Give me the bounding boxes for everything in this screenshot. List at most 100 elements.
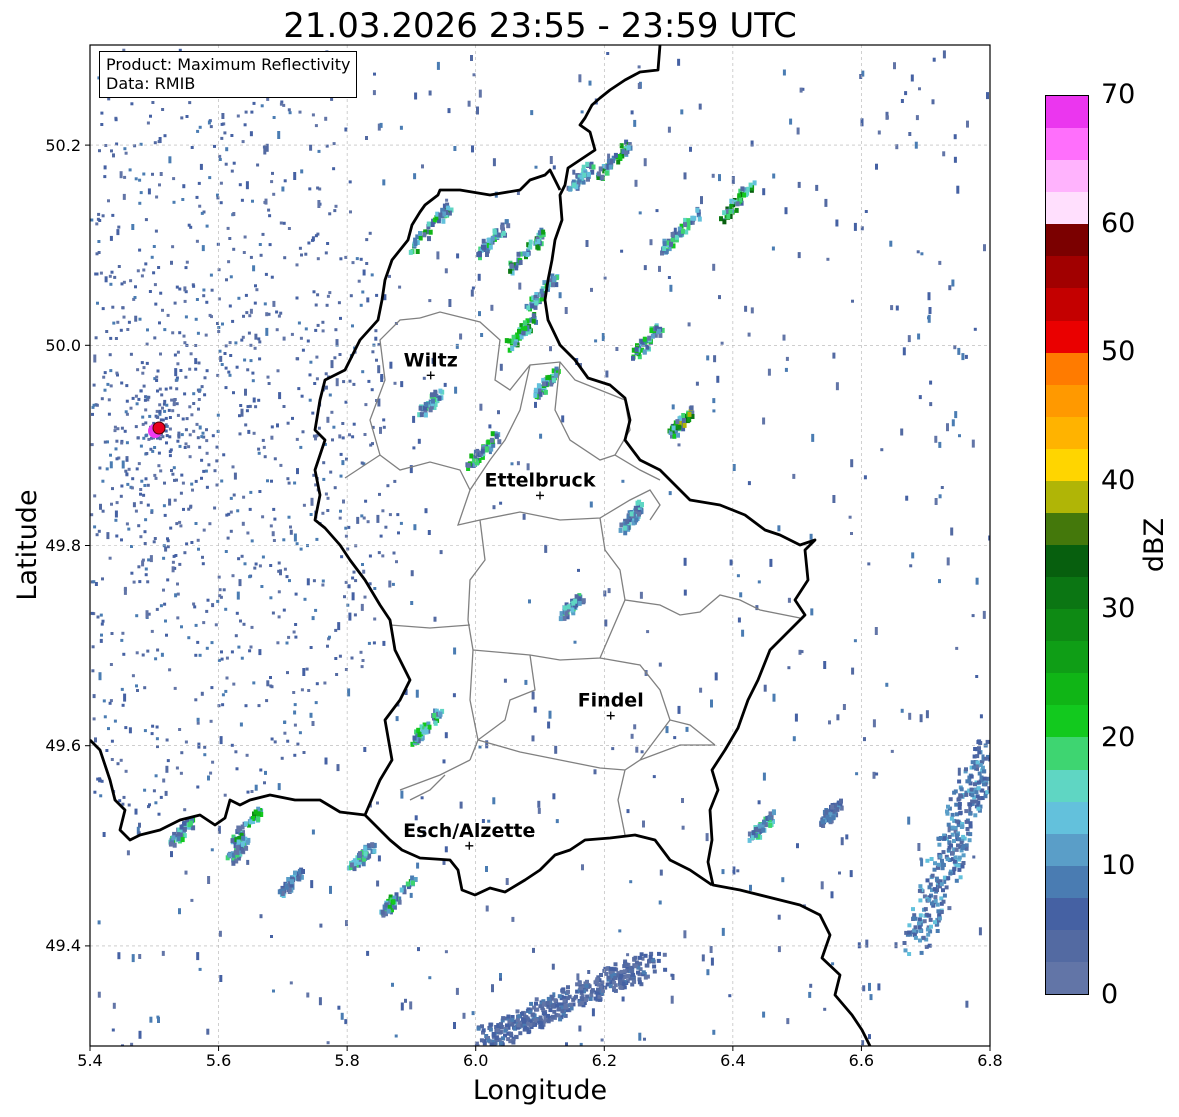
echo-pixel (381, 554, 385, 558)
echo-pixel (176, 836, 181, 842)
echo-pixel (937, 842, 942, 847)
echo-pixel (140, 361, 144, 365)
colorbar-tick-label: 40 (1101, 464, 1136, 496)
echo-pixel (864, 210, 868, 213)
echo-pixel (110, 632, 114, 635)
echo-pixel (125, 456, 129, 460)
echo-pixel (470, 289, 474, 297)
echo-pixel (952, 839, 956, 843)
echo-pixel (958, 434, 961, 438)
echo-pixel (365, 238, 369, 242)
echo-pixel (612, 985, 616, 990)
echo-pixel (154, 801, 158, 805)
echo-pixel (398, 285, 402, 289)
echo-pixel (413, 524, 417, 531)
echo-pixel (808, 991, 812, 998)
echo-pixel (952, 867, 957, 872)
echo-pixel (240, 198, 244, 202)
echo-pixel (370, 388, 374, 392)
echo-pixel (297, 387, 301, 391)
echo-pixel (944, 885, 949, 890)
echo-pixel (164, 546, 168, 552)
echo-pixel (706, 355, 710, 361)
echo-pixel (100, 111, 104, 115)
echo-pixel (234, 750, 238, 754)
echo-pixel (518, 1031, 523, 1036)
echo-pixel (619, 522, 624, 528)
echo-pixel (326, 1041, 330, 1045)
echo-pixel (903, 948, 908, 953)
echo-pixel (710, 957, 714, 966)
echo-pixel (414, 92, 418, 100)
colorbar-segment (1046, 416, 1088, 449)
echo-pixel (983, 794, 988, 799)
echo-pixel (394, 1034, 398, 1038)
echo-pixel (326, 242, 330, 245)
echo-pixel (582, 172, 587, 178)
echo-pixel (863, 475, 867, 480)
echo-pixel (171, 560, 175, 564)
echo-pixel (345, 457, 348, 461)
echo-pixel (352, 382, 356, 386)
echo-pixel (287, 481, 291, 485)
echo-pixel (115, 501, 119, 505)
echo-pixel (762, 772, 766, 781)
echo-pixel (254, 405, 258, 409)
echo-pixel (319, 923, 323, 928)
echo-pixel (296, 468, 299, 475)
colorbar-tick-label: 30 (1101, 593, 1136, 625)
echo-pixel (874, 627, 878, 635)
echo-pixel (710, 699, 713, 708)
echo-pixel (166, 537, 169, 541)
echo-pixel (181, 198, 185, 201)
echo-pixel (570, 607, 575, 613)
echo-pixel (210, 641, 214, 645)
echo-pixel (221, 693, 225, 697)
echo-pixel (969, 774, 974, 779)
echo-pixel (972, 855, 976, 859)
colorbar-segment (1046, 352, 1088, 385)
echo-pixel (211, 603, 215, 608)
echo-pixel (339, 316, 342, 320)
echo-pixel (373, 587, 377, 590)
echo-pixel (511, 1040, 516, 1045)
echo-pixel (893, 62, 896, 70)
echo-pixel (119, 494, 123, 498)
echo-pixel (279, 569, 282, 576)
echo-pixel (982, 610, 986, 619)
echo-pixel (557, 994, 562, 999)
echo-pixel (252, 681, 256, 685)
echo-pixel (447, 108, 451, 114)
echo-pixel (219, 975, 223, 982)
echo-pixel (110, 149, 113, 153)
echo-pixel (913, 935, 918, 940)
echo-pixel (662, 952, 667, 957)
echo-pixel (314, 328, 318, 332)
echo-pixel (154, 657, 158, 661)
echo-pixel (574, 594, 579, 600)
echo-pixel (800, 650, 804, 654)
echo-pixel (551, 1003, 556, 1008)
echo-pixel (209, 771, 213, 775)
echo-pixel (311, 113, 315, 117)
echo-pixel (951, 279, 955, 287)
echo-pixel (187, 636, 191, 640)
echo-pixel (144, 477, 148, 481)
echo-pixel (371, 442, 374, 446)
echo-pixel (336, 764, 340, 772)
x-tick-label: 5.8 (334, 1051, 360, 1070)
echo-pixel (314, 124, 318, 128)
echo-pixel (308, 398, 312, 402)
echo-pixel (138, 954, 142, 959)
echo-pixel (454, 386, 458, 394)
echo-pixel (120, 381, 124, 385)
echo-pixel (494, 433, 499, 439)
echo-pixel (220, 650, 223, 654)
echo-pixel (863, 737, 866, 742)
echo-pixel (207, 120, 211, 125)
echo-pixel (199, 163, 203, 170)
echo-pixel (949, 843, 953, 848)
echo-pixel (375, 293, 379, 297)
echo-pixel (938, 494, 942, 499)
echo-pixel (960, 864, 965, 869)
